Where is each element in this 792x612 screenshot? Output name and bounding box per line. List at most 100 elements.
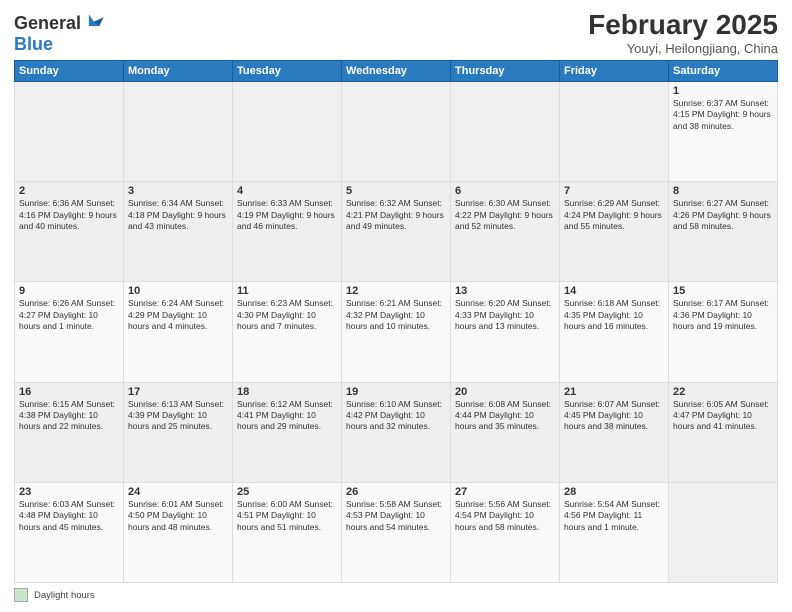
day-info: Sunrise: 5:58 AM Sunset: 4:53 PM Dayligh… (346, 499, 446, 533)
calendar-cell (560, 81, 669, 181)
page: General Blue February 2025 Youyi, Heilon… (0, 0, 792, 612)
day-number: 13 (455, 285, 555, 297)
day-info: Sunrise: 6:18 AM Sunset: 4:35 PM Dayligh… (564, 298, 664, 332)
day-number: 18 (237, 386, 337, 398)
day-number: 8 (673, 185, 773, 197)
day-info: Sunrise: 6:05 AM Sunset: 4:47 PM Dayligh… (673, 399, 773, 433)
day-number: 21 (564, 386, 664, 398)
day-info: Sunrise: 6:26 AM Sunset: 4:27 PM Dayligh… (19, 298, 119, 332)
calendar-week-3: 16Sunrise: 6:15 AM Sunset: 4:38 PM Dayli… (15, 382, 778, 482)
calendar-cell (233, 81, 342, 181)
day-info: Sunrise: 6:23 AM Sunset: 4:30 PM Dayligh… (237, 298, 337, 332)
day-number: 17 (128, 386, 228, 398)
day-info: Sunrise: 6:36 AM Sunset: 4:16 PM Dayligh… (19, 198, 119, 232)
calendar-cell: 3Sunrise: 6:34 AM Sunset: 4:18 PM Daylig… (124, 182, 233, 282)
day-info: Sunrise: 6:08 AM Sunset: 4:44 PM Dayligh… (455, 399, 555, 433)
day-number: 12 (346, 285, 446, 297)
day-number: 1 (673, 85, 773, 97)
calendar-cell: 1Sunrise: 6:37 AM Sunset: 4:15 PM Daylig… (669, 81, 778, 181)
calendar-cell: 15Sunrise: 6:17 AM Sunset: 4:36 PM Dayli… (669, 282, 778, 382)
day-info: Sunrise: 6:30 AM Sunset: 4:22 PM Dayligh… (455, 198, 555, 232)
calendar-cell: 23Sunrise: 6:03 AM Sunset: 4:48 PM Dayli… (15, 482, 124, 582)
day-info: Sunrise: 6:33 AM Sunset: 4:19 PM Dayligh… (237, 198, 337, 232)
day-number: 15 (673, 285, 773, 297)
day-number: 6 (455, 185, 555, 197)
calendar-table: SundayMondayTuesdayWednesdayThursdayFrid… (14, 60, 778, 583)
calendar-cell (342, 81, 451, 181)
day-info: Sunrise: 6:32 AM Sunset: 4:21 PM Dayligh… (346, 198, 446, 232)
col-header-wednesday: Wednesday (342, 60, 451, 81)
logo-icon (83, 10, 105, 32)
day-info: Sunrise: 6:15 AM Sunset: 4:38 PM Dayligh… (19, 399, 119, 433)
day-info: Sunrise: 6:01 AM Sunset: 4:50 PM Dayligh… (128, 499, 228, 533)
day-info: Sunrise: 6:27 AM Sunset: 4:26 PM Dayligh… (673, 198, 773, 232)
day-number: 25 (237, 486, 337, 498)
calendar-cell: 22Sunrise: 6:05 AM Sunset: 4:47 PM Dayli… (669, 382, 778, 482)
col-header-monday: Monday (124, 60, 233, 81)
calendar-week-4: 23Sunrise: 6:03 AM Sunset: 4:48 PM Dayli… (15, 482, 778, 582)
day-number: 3 (128, 185, 228, 197)
col-header-saturday: Saturday (669, 60, 778, 81)
title-area: February 2025 Youyi, Heilongjiang, China (588, 10, 778, 56)
day-number: 16 (19, 386, 119, 398)
day-number: 27 (455, 486, 555, 498)
day-number: 26 (346, 486, 446, 498)
calendar-cell: 12Sunrise: 6:21 AM Sunset: 4:32 PM Dayli… (342, 282, 451, 382)
calendar-cell: 19Sunrise: 6:10 AM Sunset: 4:42 PM Dayli… (342, 382, 451, 482)
day-number: 24 (128, 486, 228, 498)
calendar-cell: 6Sunrise: 6:30 AM Sunset: 4:22 PM Daylig… (451, 182, 560, 282)
day-info: Sunrise: 5:54 AM Sunset: 4:56 PM Dayligh… (564, 499, 664, 533)
calendar-cell: 2Sunrise: 6:36 AM Sunset: 4:16 PM Daylig… (15, 182, 124, 282)
calendar-week-2: 9Sunrise: 6:26 AM Sunset: 4:27 PM Daylig… (15, 282, 778, 382)
day-info: Sunrise: 6:37 AM Sunset: 4:15 PM Dayligh… (673, 98, 773, 132)
calendar-cell: 26Sunrise: 5:58 AM Sunset: 4:53 PM Dayli… (342, 482, 451, 582)
calendar-cell: 10Sunrise: 6:24 AM Sunset: 4:29 PM Dayli… (124, 282, 233, 382)
calendar-header-row: SundayMondayTuesdayWednesdayThursdayFrid… (15, 60, 778, 81)
calendar-cell: 7Sunrise: 6:29 AM Sunset: 4:24 PM Daylig… (560, 182, 669, 282)
calendar-cell (451, 81, 560, 181)
day-info: Sunrise: 6:00 AM Sunset: 4:51 PM Dayligh… (237, 499, 337, 533)
footer: Daylight hours (14, 588, 778, 602)
calendar-cell: 18Sunrise: 6:12 AM Sunset: 4:41 PM Dayli… (233, 382, 342, 482)
day-info: Sunrise: 6:29 AM Sunset: 4:24 PM Dayligh… (564, 198, 664, 232)
day-number: 23 (19, 486, 119, 498)
calendar-cell: 4Sunrise: 6:33 AM Sunset: 4:19 PM Daylig… (233, 182, 342, 282)
day-number: 14 (564, 285, 664, 297)
calendar-title: February 2025 (588, 10, 778, 41)
calendar-cell: 11Sunrise: 6:23 AM Sunset: 4:30 PM Dayli… (233, 282, 342, 382)
day-info: Sunrise: 5:56 AM Sunset: 4:54 PM Dayligh… (455, 499, 555, 533)
day-number: 20 (455, 386, 555, 398)
calendar-cell: 5Sunrise: 6:32 AM Sunset: 4:21 PM Daylig… (342, 182, 451, 282)
footer-box (14, 588, 28, 602)
day-info: Sunrise: 6:07 AM Sunset: 4:45 PM Dayligh… (564, 399, 664, 433)
day-number: 9 (19, 285, 119, 297)
calendar-cell: 9Sunrise: 6:26 AM Sunset: 4:27 PM Daylig… (15, 282, 124, 382)
day-info: Sunrise: 6:20 AM Sunset: 4:33 PM Dayligh… (455, 298, 555, 332)
day-info: Sunrise: 6:21 AM Sunset: 4:32 PM Dayligh… (346, 298, 446, 332)
calendar-cell: 28Sunrise: 5:54 AM Sunset: 4:56 PM Dayli… (560, 482, 669, 582)
day-number: 5 (346, 185, 446, 197)
col-header-friday: Friday (560, 60, 669, 81)
calendar-cell: 8Sunrise: 6:27 AM Sunset: 4:26 PM Daylig… (669, 182, 778, 282)
logo: General Blue (14, 10, 105, 55)
col-header-tuesday: Tuesday (233, 60, 342, 81)
logo-general: General (14, 13, 81, 34)
day-number: 22 (673, 386, 773, 398)
col-header-sunday: Sunday (15, 60, 124, 81)
col-header-thursday: Thursday (451, 60, 560, 81)
day-number: 7 (564, 185, 664, 197)
calendar-cell: 14Sunrise: 6:18 AM Sunset: 4:35 PM Dayli… (560, 282, 669, 382)
calendar-subtitle: Youyi, Heilongjiang, China (588, 41, 778, 56)
day-number: 4 (237, 185, 337, 197)
day-info: Sunrise: 6:12 AM Sunset: 4:41 PM Dayligh… (237, 399, 337, 433)
calendar-week-1: 2Sunrise: 6:36 AM Sunset: 4:16 PM Daylig… (15, 182, 778, 282)
header: General Blue February 2025 Youyi, Heilon… (14, 10, 778, 56)
day-info: Sunrise: 6:10 AM Sunset: 4:42 PM Dayligh… (346, 399, 446, 433)
calendar-cell: 27Sunrise: 5:56 AM Sunset: 4:54 PM Dayli… (451, 482, 560, 582)
calendar-cell: 25Sunrise: 6:00 AM Sunset: 4:51 PM Dayli… (233, 482, 342, 582)
calendar-cell (669, 482, 778, 582)
calendar-cell: 20Sunrise: 6:08 AM Sunset: 4:44 PM Dayli… (451, 382, 560, 482)
calendar-cell: 24Sunrise: 6:01 AM Sunset: 4:50 PM Dayli… (124, 482, 233, 582)
calendar-cell: 21Sunrise: 6:07 AM Sunset: 4:45 PM Dayli… (560, 382, 669, 482)
day-number: 28 (564, 486, 664, 498)
